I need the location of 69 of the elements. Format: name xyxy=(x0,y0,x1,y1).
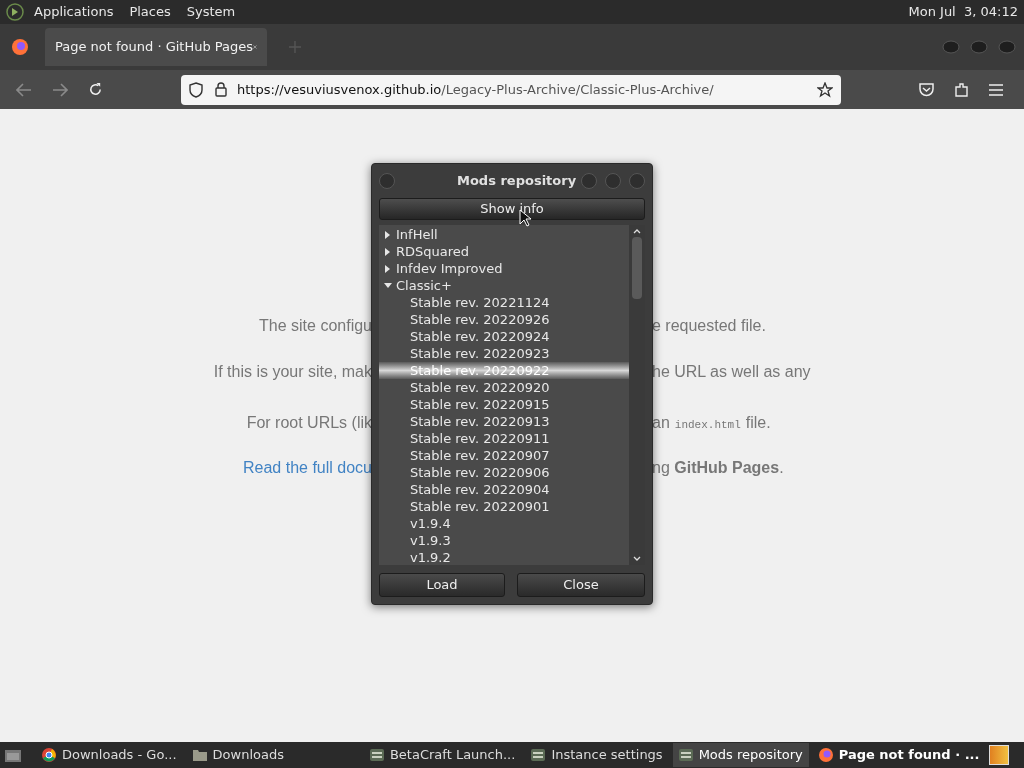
app-icon xyxy=(678,749,693,761)
tree-item[interactable]: Stable rev. 20221124 xyxy=(379,294,629,311)
star-icon[interactable] xyxy=(817,81,833,98)
taskbar-button[interactable]: Mods repository xyxy=(672,743,809,767)
tree-item[interactable]: Stable rev. 20220923 xyxy=(379,345,629,362)
shield-icon[interactable] xyxy=(189,81,203,98)
code-text: index.html xyxy=(674,418,741,433)
tree-item[interactable]: Stable rev. 20220911 xyxy=(379,430,629,447)
page-text: For root URLs (lik xyxy=(246,413,372,433)
taskbar-button[interactable]: BetaCraft Launch... xyxy=(363,743,522,767)
firefox-icon xyxy=(818,748,833,762)
taskbar-button[interactable]: Downloads - Go... xyxy=(36,743,183,767)
tree-item[interactable]: Infdev Improved xyxy=(379,260,629,277)
chrome-icon xyxy=(42,748,56,762)
app-icon xyxy=(531,749,546,761)
page-text: ng GitHub Pages. xyxy=(652,458,784,478)
tree-item[interactable]: Stable rev. 20220907 xyxy=(379,447,629,464)
pocket-icon[interactable] xyxy=(919,82,934,97)
show-desktop-icon[interactable] xyxy=(4,747,22,763)
tree-item[interactable]: v1.9.3 xyxy=(379,532,629,549)
lock-icon[interactable] xyxy=(215,82,227,97)
back-icon[interactable] xyxy=(16,82,32,97)
page-text: The site configu xyxy=(259,316,372,336)
dialog-title: Mods repository xyxy=(457,172,577,191)
tree-item[interactable]: Stable rev. 20220913 xyxy=(379,413,629,430)
panel-menu[interactable]: System xyxy=(186,2,236,22)
close-button[interactable]: Close xyxy=(517,573,645,597)
scrollbar-thumb[interactable] xyxy=(632,237,642,299)
folder-icon xyxy=(192,749,207,761)
expanded-arrow-icon[interactable] xyxy=(383,282,392,289)
page-text: If this is your site, mak xyxy=(213,362,372,382)
tree-item[interactable]: RDSquared xyxy=(379,243,629,260)
extensions-icon[interactable] xyxy=(954,81,969,98)
url-text: https://vesuviusvenox.github.io/Legacy-Plus-Archive/Classic-Plus-Archive/ xyxy=(237,80,714,99)
tree-item[interactable]: Stable rev. 20220924 xyxy=(379,328,629,345)
panel-menu[interactable]: Places xyxy=(129,2,171,22)
load-button[interactable]: Load xyxy=(379,573,505,597)
page-text: he URL as well as any xyxy=(652,362,811,382)
taskbar-button[interactable]: Downloads xyxy=(186,743,290,767)
tree-item[interactable]: v1.9.2 xyxy=(379,549,629,565)
tree-item[interactable]: v1.9.4 xyxy=(379,515,629,532)
documentation-link[interactable]: Read the full docu xyxy=(243,456,372,480)
tree-item[interactable]: InfHell xyxy=(379,226,629,243)
browser-tab[interactable]: Page not found · GitHub Pages xyxy=(45,28,267,66)
taskbar-button[interactable]: Instance settings xyxy=(525,743,669,767)
tree-item[interactable]: Stable rev. 20220926 xyxy=(379,311,629,328)
clock: Mon Jul 3, 04:12 xyxy=(908,3,1018,22)
forward-icon[interactable] xyxy=(52,82,68,97)
taskbar-button[interactable]: Page not found · ... xyxy=(812,743,986,767)
page-text: an xyxy=(652,413,670,433)
tree-item[interactable]: Classic+ xyxy=(379,277,629,294)
close-icon[interactable] xyxy=(253,42,257,52)
page-text: file. xyxy=(745,413,771,433)
panel-menu[interactable]: Applications xyxy=(34,2,114,22)
address-bar[interactable]: https://vesuviusvenox.github.io/Legacy-Plus-Archive/Classic-Plus-Archive/ xyxy=(181,74,841,105)
page-text: e requested file. xyxy=(652,316,766,336)
tree-item[interactable]: Stable rev. 20220901 xyxy=(379,498,629,515)
show-info-button[interactable]: Show info xyxy=(379,198,645,220)
tree-item[interactable]: Stable rev. 20220920 xyxy=(379,379,629,396)
tree-item[interactable]: Stable rev. 20220915 xyxy=(379,396,629,413)
menu-icon[interactable] xyxy=(989,83,1003,96)
menu-logo-icon[interactable] xyxy=(6,3,24,21)
scroll-down-icon[interactable] xyxy=(632,555,642,563)
reload-icon[interactable] xyxy=(88,82,103,97)
firefox-icon[interactable] xyxy=(11,38,29,56)
tree-item[interactable]: Stable rev. 20220906 xyxy=(379,464,629,481)
app-icon xyxy=(369,749,384,761)
tree-item[interactable]: Stable rev. 20220904 xyxy=(379,481,629,498)
scroll-up-icon[interactable] xyxy=(632,227,642,235)
